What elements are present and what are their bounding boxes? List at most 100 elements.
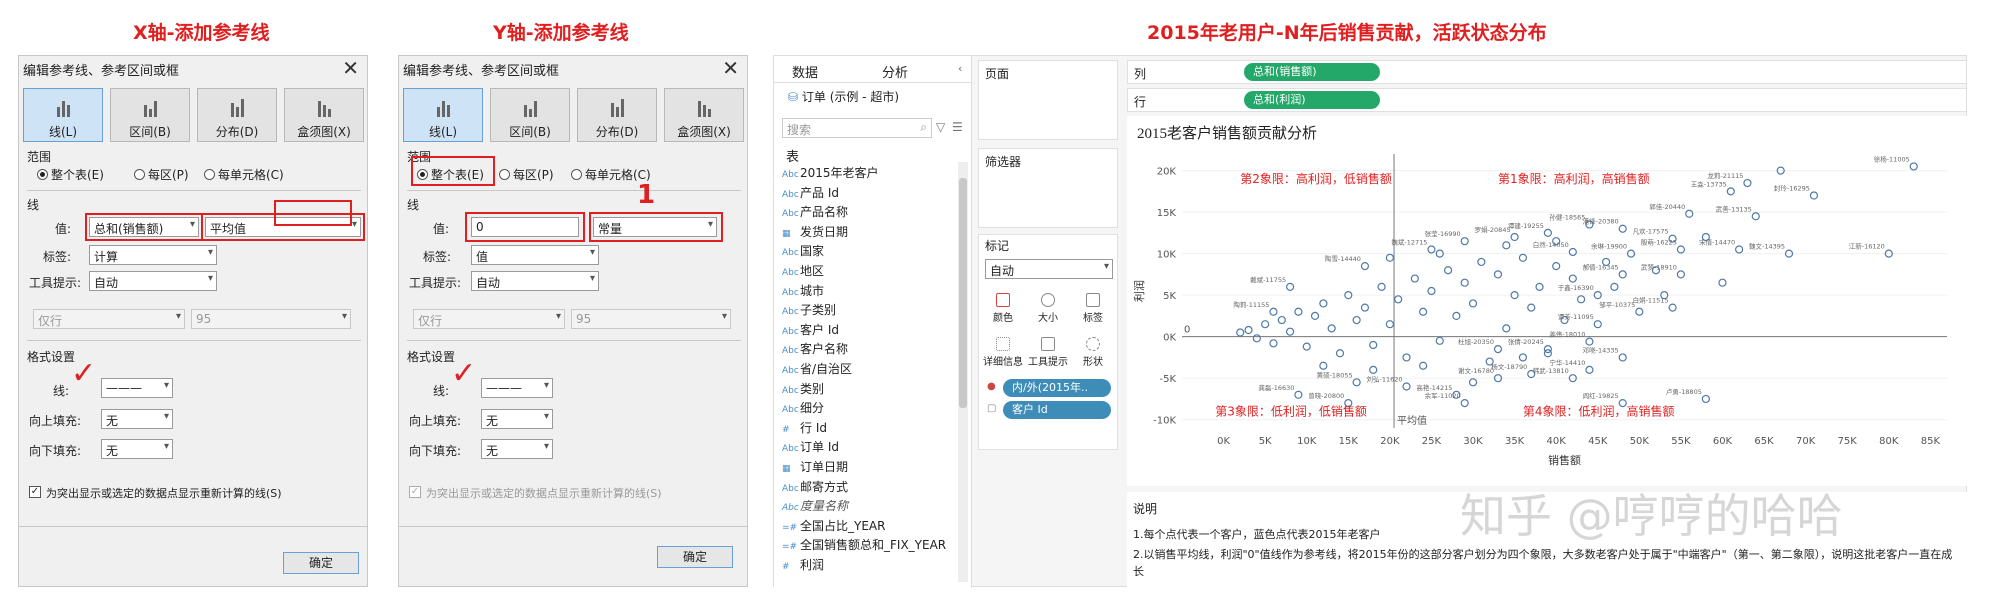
tag-select[interactable]: 值 ▾ — [471, 245, 599, 265]
scrollbar[interactable] — [958, 162, 968, 582]
data-point — [1443, 266, 1453, 275]
field-item[interactable]: Abc度量名称 — [782, 497, 848, 514]
tab-distribution[interactable]: 分布(D) — [577, 88, 657, 142]
data-point — [1543, 349, 1552, 358]
distribution-icon — [609, 97, 627, 117]
detail-button[interactable]: 详细信息 — [981, 331, 1025, 369]
fill-up-select[interactable]: 无 ▾ — [101, 409, 173, 429]
collapse-icon[interactable]: ‹ — [958, 62, 962, 75]
scope-per-cell[interactable]: 每单元格(C) — [204, 166, 284, 183]
field-item[interactable]: Abc国家 — [782, 242, 824, 259]
scope-per-pane[interactable]: 每区(P) — [499, 166, 554, 183]
filters-card: 筛选器 — [978, 148, 1118, 228]
field-item[interactable]: Abc地区 — [782, 262, 824, 279]
recalc-checkbox[interactable]: ✓ — [29, 486, 41, 498]
recalc-checkbox[interactable]: ✓ — [409, 486, 421, 498]
field-item[interactable]: Abc细分 — [782, 399, 824, 416]
filter-icon[interactable]: ▽ — [936, 120, 945, 134]
field-item[interactable]: ▦ 发货日期 — [782, 223, 848, 240]
data-point — [1352, 378, 1361, 387]
columns-pill[interactable]: 总和(销售额) — [1244, 63, 1380, 81]
field-item[interactable]: Abc城市 — [782, 282, 824, 299]
field-item[interactable]: Abc2015年老客户 — [782, 164, 879, 181]
mark-pill-detail[interactable]: 客户 Id — [1003, 401, 1111, 419]
data-point — [1493, 345, 1503, 354]
fill-down-select[interactable]: 无 ▾ — [101, 439, 173, 459]
shape-icon — [1086, 337, 1100, 351]
tab-distribution[interactable]: 分布(D) — [197, 88, 277, 142]
field-item[interactable]: Abc订单 Id — [782, 438, 839, 455]
tab-line[interactable]: 线(L) — [403, 88, 483, 142]
field-item[interactable]: Abc省/自治区 — [782, 360, 852, 377]
field-item[interactable]: # 利润 — [782, 556, 824, 573]
tab-label: 盒须图(X) — [297, 125, 351, 139]
fill-down-select[interactable]: 无 ▾ — [481, 439, 553, 459]
data-point — [1668, 303, 1677, 312]
rows-pill[interactable]: 总和(利润) — [1244, 91, 1380, 109]
description-label: 说明 — [1133, 502, 1158, 516]
label-button[interactable]: 标签 — [1071, 287, 1115, 325]
point-label: 姜伟-18010 — [1549, 330, 1585, 339]
tag-select[interactable]: 计算 ▾ — [89, 245, 217, 265]
fill-up-select[interactable]: 无 ▾ — [481, 409, 553, 429]
scope-per-pane[interactable]: 每区(P) — [134, 166, 189, 183]
line-style-select[interactable]: ——— ▾ — [101, 378, 173, 398]
field-item[interactable]: Abc客户 Id — [782, 321, 839, 338]
field-item[interactable]: =# 全国占比_YEAR — [782, 517, 885, 534]
tooltip-select[interactable]: 自动 ▾ — [471, 271, 599, 291]
tab-label: 分布(D) — [595, 125, 639, 139]
tab-band[interactable]: 区间(B) — [110, 88, 190, 142]
datasource-item[interactable]: ⛁ 订单 (示例 - 超市) — [788, 88, 899, 105]
checkmark-annotation: ✓ — [451, 356, 477, 391]
ok-button[interactable]: 确定 — [283, 552, 359, 574]
x-tick-label: 0K — [1217, 436, 1230, 447]
shape-button[interactable]: 形状 — [1071, 331, 1115, 369]
field-item[interactable]: ▦ 订单日期 — [782, 458, 848, 475]
point-label: 张莹-16990 — [1425, 229, 1461, 238]
tab-boxplot[interactable]: 盒须图(X) — [284, 88, 364, 142]
x-axis-title: X轴-添加参考线 — [133, 22, 270, 44]
close-icon[interactable]: ✕ — [342, 56, 359, 80]
tab-line[interactable]: 线(L) — [23, 88, 103, 142]
scope-entire-table[interactable]: 整个表(E) — [37, 166, 104, 183]
ok-button[interactable]: 确定 — [657, 546, 733, 568]
line-style-select[interactable]: ——— ▾ — [481, 378, 553, 398]
only-select[interactable]: 仅行 ▾ — [33, 309, 185, 329]
field-item[interactable]: =# 全国销售额总和_FIX_YEAR — [782, 536, 946, 553]
data-point — [1909, 162, 1918, 171]
line-label: 线: — [432, 384, 449, 398]
field-item[interactable]: Abc类别 — [782, 380, 824, 397]
data-point — [1618, 224, 1627, 233]
only-select[interactable]: 仅行 ▾ — [413, 309, 565, 329]
chevron-down-icon: ▾ — [543, 441, 549, 452]
point-label: 白娟-11515 — [1633, 296, 1669, 305]
search-input[interactable]: 搜索 ⌕ — [782, 118, 932, 138]
tab-data[interactable]: 数据 — [792, 62, 818, 81]
tooltip-select[interactable]: 自动 ▾ — [89, 271, 217, 291]
field-item[interactable]: Abc产品 Id — [782, 184, 839, 201]
close-icon[interactable]: ✕ — [722, 56, 739, 80]
data-point — [1676, 245, 1686, 254]
tab-bar: 线(L) 区间(B) 分布(D) 盒须图(X) — [403, 88, 744, 142]
percent-select[interactable]: 95 ▾ — [191, 309, 351, 329]
x-tick-label: 30K — [1463, 436, 1483, 447]
size-button[interactable]: 大小 — [1026, 287, 1070, 325]
chevron-down-icon: ▾ — [721, 311, 727, 322]
field-item[interactable]: # 行 Id — [782, 419, 827, 436]
field-item[interactable]: Abc邮寄方式 — [782, 478, 848, 495]
data-point — [1552, 261, 1561, 271]
data-point — [1277, 315, 1286, 325]
tab-boxplot[interactable]: 盒须图(X) — [664, 88, 744, 142]
detail-legend-icon: ▢ — [987, 403, 997, 414]
field-item[interactable]: Abc客户名称 — [782, 340, 848, 357]
color-button[interactable]: 颜色 — [981, 287, 1025, 325]
mark-type-select[interactable]: 自动 ▾ — [985, 259, 1113, 279]
tab-band[interactable]: 区间(B) — [490, 88, 570, 142]
field-item[interactable]: Abc子类别 — [782, 301, 836, 318]
field-item[interactable]: Abc产品名称 — [782, 203, 848, 220]
percent-select[interactable]: 95 ▾ — [571, 309, 731, 329]
view-options-icon[interactable]: ☰ — [952, 120, 963, 134]
tooltip-button[interactable]: 工具提示 — [1026, 331, 1070, 369]
tab-analysis[interactable]: 分析 — [882, 62, 908, 81]
mark-pill-color[interactable]: 内/外(2015年.. — [1003, 379, 1111, 397]
